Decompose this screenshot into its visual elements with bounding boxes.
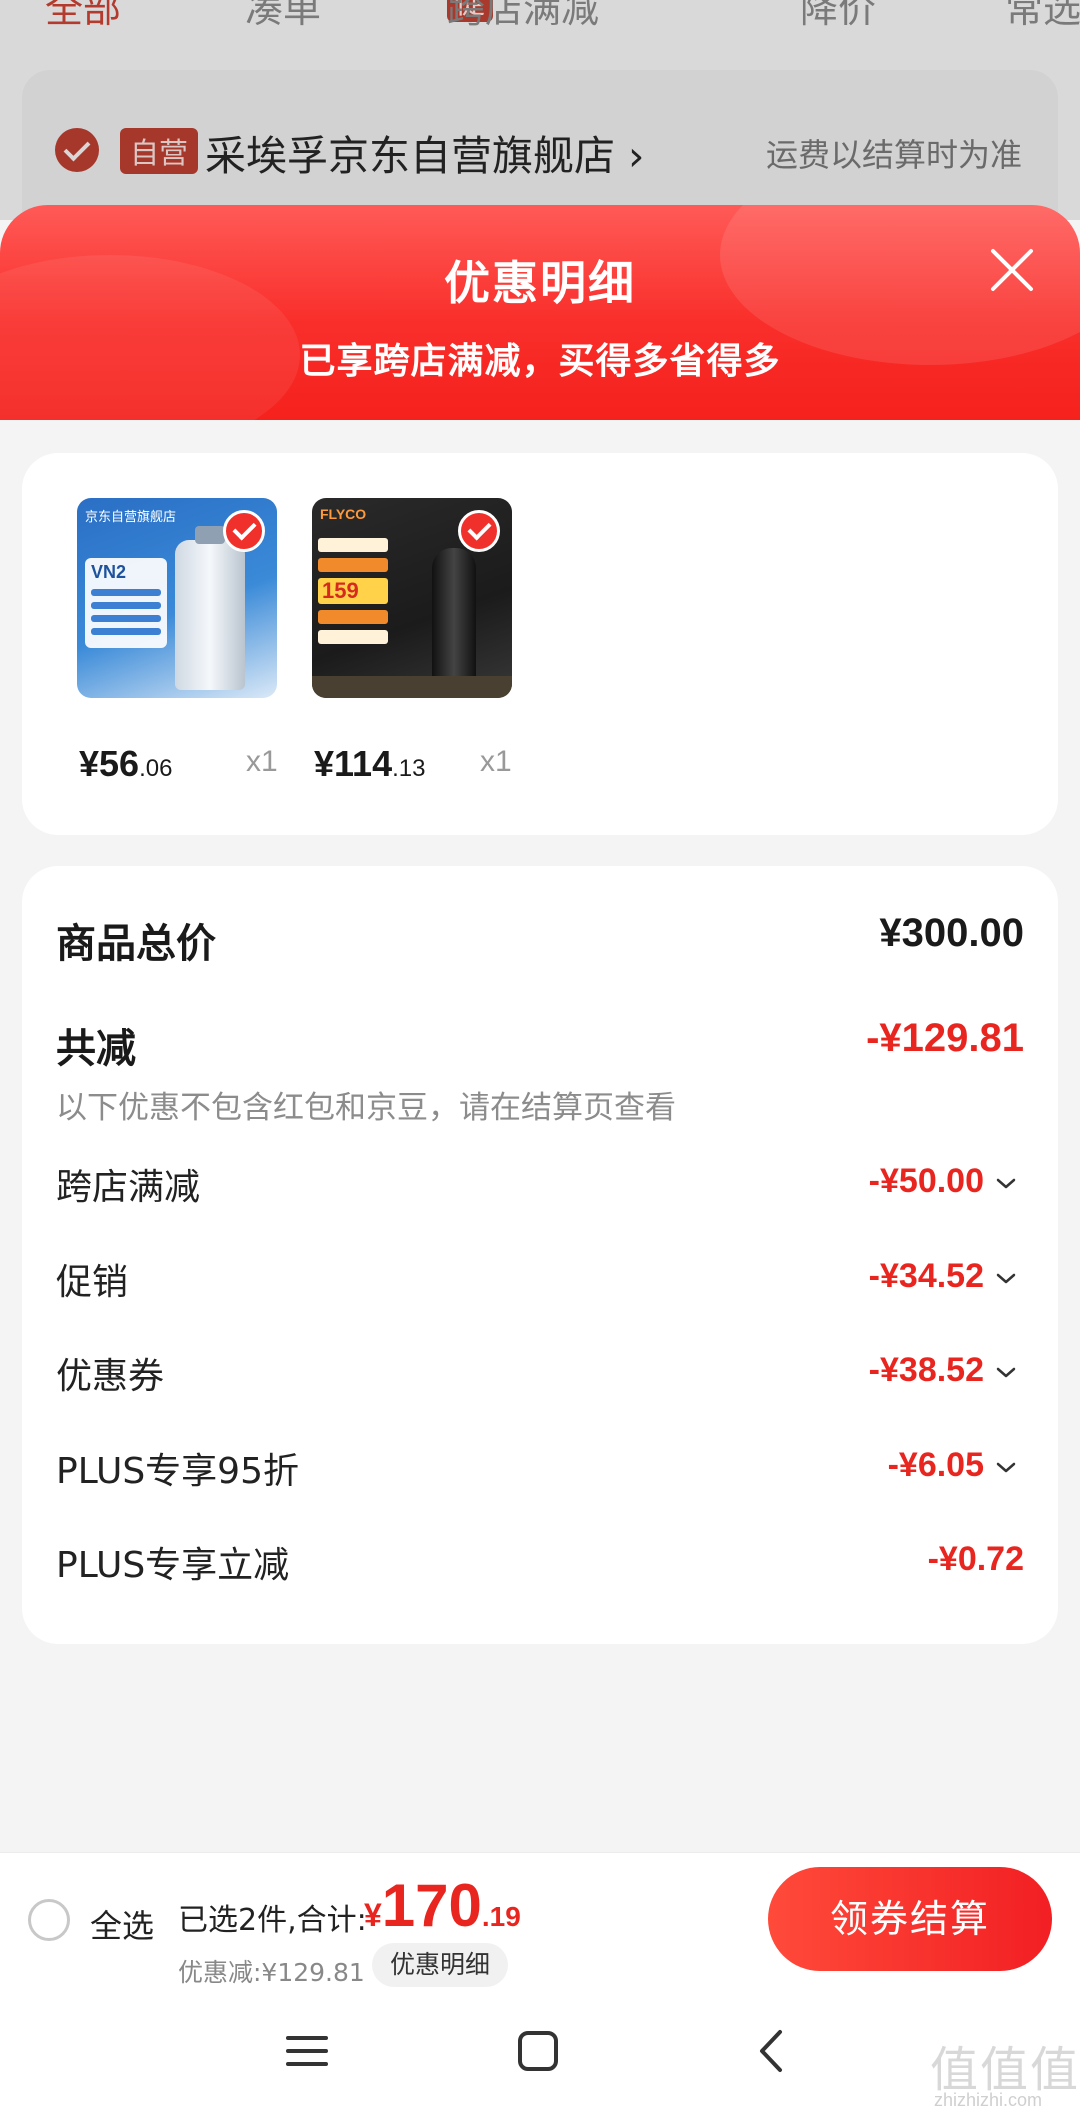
tab-frequent: 常选 xyxy=(1005,0,1080,31)
product-price: ¥56.06 xyxy=(79,743,173,784)
product-brand: 京东自营旗舰店 xyxy=(85,510,177,525)
cart-filter-tabs: 全部 凑单 促跨店满减 降价 常选 xyxy=(0,0,1080,38)
tab-all: 全部 xyxy=(45,0,122,31)
close-icon[interactable] xyxy=(987,245,1037,295)
discount-row-coupon[interactable]: 优惠券 -¥38.52 xyxy=(56,1347,1024,1407)
tab-add-on: 凑单 xyxy=(245,0,322,31)
discount-amount-text: 优惠减:¥129.81 xyxy=(178,1958,365,1987)
product-image[interactable]: FLYCO 159 xyxy=(312,498,512,698)
selected-summary: 已选2件,合计: xyxy=(178,1903,367,1938)
discount-row-label: 跨店满减 xyxy=(56,1167,201,1208)
chevron-down-icon[interactable] xyxy=(994,1365,1018,1381)
sheet-title: 优惠明细 xyxy=(444,256,636,310)
discount-row-cross-store[interactable]: 跨店满减 -¥50.00 xyxy=(56,1158,1024,1218)
sheet-subtitle: 已享跨店满减，买得多省得多 xyxy=(299,341,781,382)
discount-row-label: 优惠券 xyxy=(56,1356,165,1397)
total-price-label: 商品总价 xyxy=(56,921,216,967)
oil-bottle-graphic xyxy=(175,526,245,690)
total-reduction-label: 共减 xyxy=(56,1026,136,1072)
self-operated-badge: 自营 xyxy=(120,128,199,174)
discount-row-plus-instant: PLUS专享立减 -¥0.72 xyxy=(56,1536,1024,1596)
watermark: 值值值 zhizhizhi.com xyxy=(930,2030,1080,2119)
discount-row-value: -¥6.05 xyxy=(887,1446,984,1484)
tab-price-drop: 降价 xyxy=(800,0,877,31)
tab-cross-store-label: 跨店满减 xyxy=(447,0,600,31)
discount-row-value: -¥34.52 xyxy=(868,1257,984,1295)
product-label-text: VN2 xyxy=(91,562,127,582)
discount-row-label: 促销 xyxy=(56,1262,129,1303)
discount-summary-card: 商品总价 ¥300.00 共减 -¥129.81 以下优惠不包含红包和京豆，请在… xyxy=(22,866,1058,1644)
discount-sheet-header: 优惠明细 已享跨店满减，买得多省得多 xyxy=(0,205,1080,420)
discount-row-plus-95[interactable]: PLUS专享95折 -¥6.05 xyxy=(56,1442,1024,1502)
recent-apps-icon[interactable] xyxy=(272,2016,342,2086)
product-quantity: x1 xyxy=(480,745,512,778)
back-icon[interactable] xyxy=(738,2016,808,2086)
checkout-button[interactable]: 领券结算 xyxy=(768,1867,1052,1971)
chevron-down-icon[interactable] xyxy=(994,1271,1018,1287)
discount-row-label: PLUS专享95折 xyxy=(56,1451,299,1492)
shaver-graphic xyxy=(432,548,476,688)
background-cart-page: 全部 凑单 促跨店满减 降价 常选 自营 采埃孚京东自营旗舰店 › 运费以结算时… xyxy=(0,0,1080,220)
select-all-radio[interactable] xyxy=(28,1899,70,1941)
shipping-note: 运费以结算时为准 xyxy=(765,136,1022,174)
store-check-icon xyxy=(55,128,99,172)
chevron-down-icon[interactable] xyxy=(994,1460,1018,1476)
discount-row-value: -¥0.72 xyxy=(927,1540,1024,1578)
promo-graphic: 159 xyxy=(318,538,388,648)
selected-total-price: ¥170.19 xyxy=(364,1872,521,1939)
discount-row-promotion[interactable]: 促销 -¥34.52 xyxy=(56,1253,1024,1313)
discount-note: 以下优惠不包含红包和京豆，请在结算页查看 xyxy=(56,1090,676,1126)
total-reduction-value: -¥129.81 xyxy=(866,1016,1024,1060)
checkout-bar: 全选 已选2件,合计: ¥170.19 优惠减:¥129.81 优惠明细 领券结… xyxy=(0,1852,1080,1988)
products-card: 京东自营旗舰店 VN2 FLYCO 159 ¥56.06 x1 ¥114.13 … xyxy=(22,453,1058,835)
watermark-url: zhizhizhi.com xyxy=(934,2090,1043,2110)
promo-price: 159 xyxy=(318,578,388,604)
discount-row-value: -¥50.00 xyxy=(868,1162,984,1200)
product-label-graphic: VN2 xyxy=(85,558,167,648)
discount-detail-button[interactable]: 优惠明细 xyxy=(372,1943,509,1987)
selected-check-icon xyxy=(458,510,500,552)
total-price-value: ¥300.00 xyxy=(879,911,1024,955)
store-name: 采埃孚京东自营旗舰店 › xyxy=(205,132,645,180)
product-banner-strip xyxy=(312,676,512,698)
selected-check-icon xyxy=(223,510,265,552)
product-image[interactable]: 京东自营旗舰店 VN2 xyxy=(77,498,277,698)
product-brand: FLYCO xyxy=(320,506,367,522)
product-quantity: x1 xyxy=(246,745,278,778)
discount-row-value: -¥38.52 xyxy=(868,1351,984,1389)
home-icon[interactable] xyxy=(503,2016,573,2086)
system-navigation-bar xyxy=(0,1988,1080,2119)
discount-row-label: PLUS专享立减 xyxy=(56,1545,290,1586)
select-all-label[interactable]: 全选 xyxy=(90,1901,154,1947)
chevron-down-icon[interactable] xyxy=(994,1176,1018,1192)
product-price: ¥114.13 xyxy=(314,743,426,784)
